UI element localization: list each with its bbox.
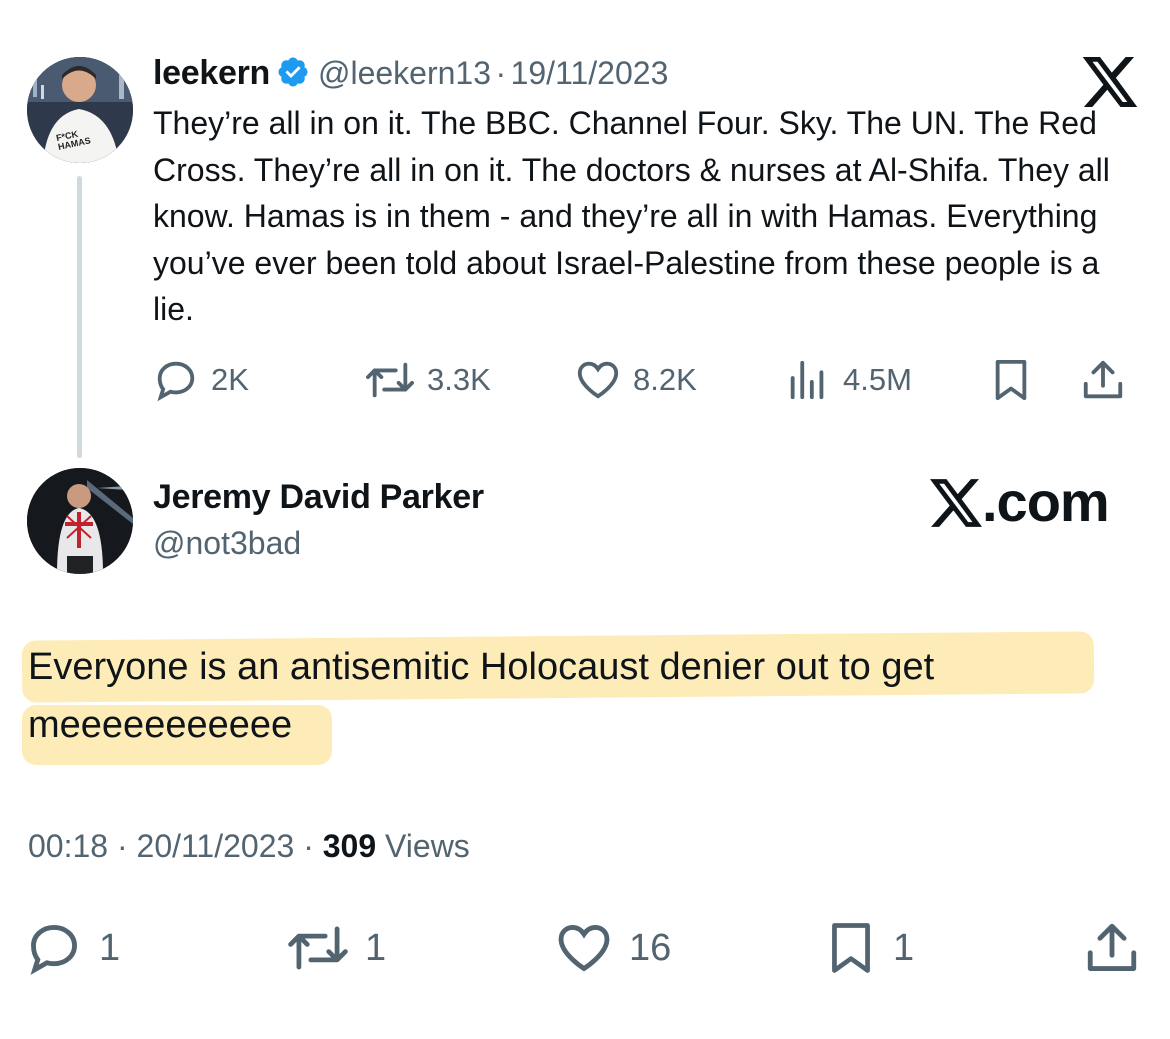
views-label: Views [385,828,470,864]
handle[interactable]: @leekern13 [318,55,491,91]
avatar[interactable]: F*CK HAMAS [27,57,133,163]
share-button[interactable] [1083,919,1141,977]
watermark-text: .com [982,470,1110,533]
repost-icon [366,362,414,398]
separator: · [303,828,314,864]
tweet2-text: Everyone is an antisemitic Holocaust den… [28,646,935,746]
like-count: 8.2K [633,362,697,397]
repost-count: 1 [365,926,387,969]
tweet1-text: They’re all in on it. The BBC. Channel F… [153,105,1110,327]
repost-icon [288,926,348,970]
repost-button[interactable]: 3.3K [365,357,575,403]
bookmark-icon [995,359,1027,401]
views-count: 309 [322,828,377,864]
like-button[interactable]: 16 [555,919,825,977]
heart-icon [577,361,619,399]
x-com-watermark: .com [930,470,1110,534]
view-count: 4.5M [843,362,912,397]
reply-button[interactable]: 2K [153,357,365,403]
like-button[interactable]: 8.2K [575,357,785,403]
tweet2-actions: 1 1 16 1 [25,918,1145,978]
bookmark-icon [832,923,870,973]
bookmark-count: 1 [893,926,915,969]
bookmark-button[interactable]: 1 [825,919,1083,977]
display-name[interactable]: leekern [153,54,270,92]
display-name[interactable]: Jeremy David Parker [153,478,484,517]
reply-icon [157,361,195,402]
avatar-photo-not3bad [27,468,133,574]
avatar[interactable] [27,468,133,574]
reply-count: 2K [211,362,249,397]
post-meta: 00:18 · 20/11/2023 · 309 Views [28,828,470,865]
separator: · [116,828,128,864]
post-date[interactable]: 20/11/2023 [137,828,295,864]
reply-button[interactable]: 1 [25,919,287,977]
heart-icon [558,925,610,972]
post-date[interactable]: 19/11/2023 [511,55,669,91]
separator: · [495,55,507,91]
repost-count: 3.3K [427,362,491,397]
tweet1-header: leekern @leekern13 · 19/11/2023 [153,52,668,101]
share-icon [1087,923,1137,971]
reply-count: 1 [99,926,121,969]
bookmark-button[interactable] [990,357,1080,403]
handle[interactable]: @not3bad [153,525,301,562]
like-count: 16 [629,926,672,969]
reply-icon [30,925,77,975]
x-logo-icon [930,479,982,527]
post-time[interactable]: 00:18 [28,828,108,864]
tweet1-actions: 2K 3.3K 8.2K 4.5M [153,355,1143,405]
repost-button[interactable]: 1 [287,919,555,977]
analytics-icon [790,360,824,400]
thread-connector-line [77,176,82,458]
share-button[interactable] [1080,357,1126,403]
views-button[interactable]: 4.5M [785,357,990,403]
share-icon [1083,360,1123,399]
verified-badge-icon [278,57,308,87]
